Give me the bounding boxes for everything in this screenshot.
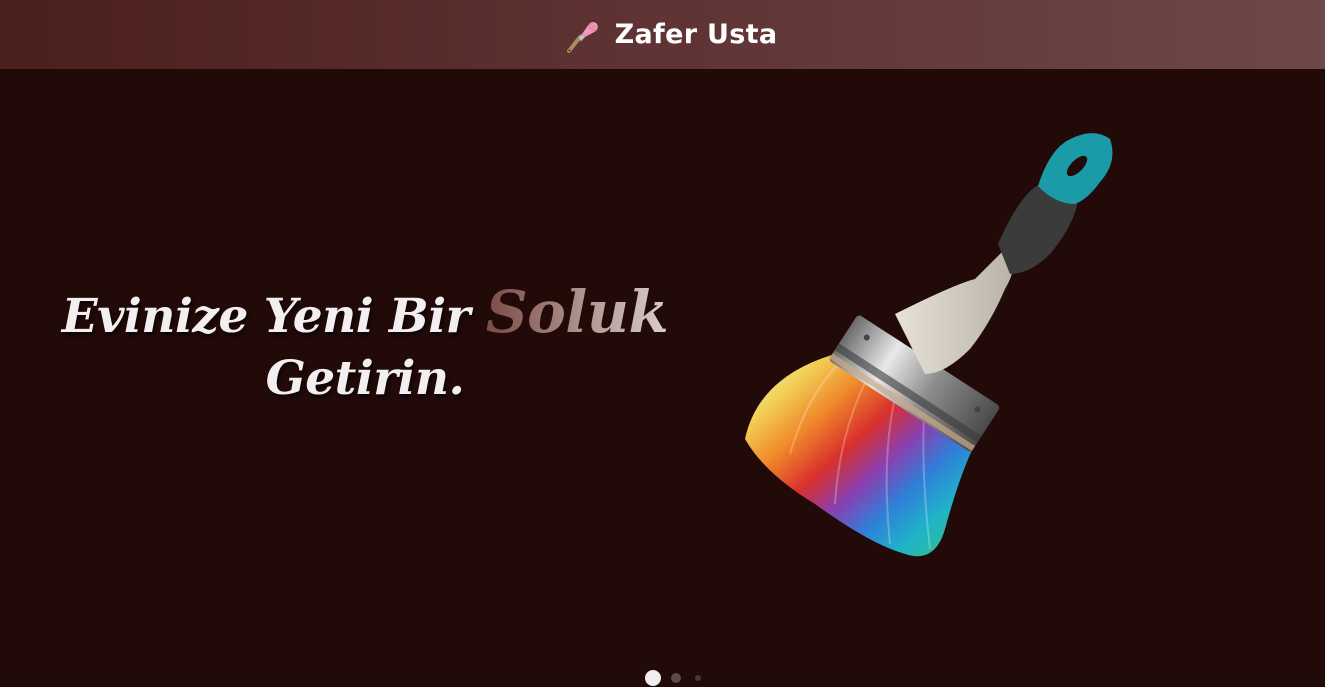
paintbrush-icon xyxy=(566,21,598,53)
brand-name: Zafer Usta xyxy=(614,19,778,50)
top-navbar: Zafer Usta xyxy=(0,0,1325,69)
carousel-indicators xyxy=(0,669,1325,687)
rainbow-paintbrush-image xyxy=(745,133,1113,557)
carousel-dot-2[interactable] xyxy=(670,673,681,683)
carousel-dot-1[interactable] xyxy=(644,670,661,686)
hero-slider: Evinize Yeni Bir Soluk Getirin. xyxy=(0,69,1325,686)
headline-part1: Evinize Yeni Bir xyxy=(61,289,471,344)
carousel-dot-3[interactable] xyxy=(694,675,701,681)
headline-accent: Soluk xyxy=(485,278,669,346)
brand-logo-link[interactable]: Zafer Usta xyxy=(563,15,778,55)
headline-part2: Getirin. xyxy=(265,351,465,406)
hero-headline: Evinize Yeni Bir Soluk Getirin. xyxy=(60,281,670,410)
